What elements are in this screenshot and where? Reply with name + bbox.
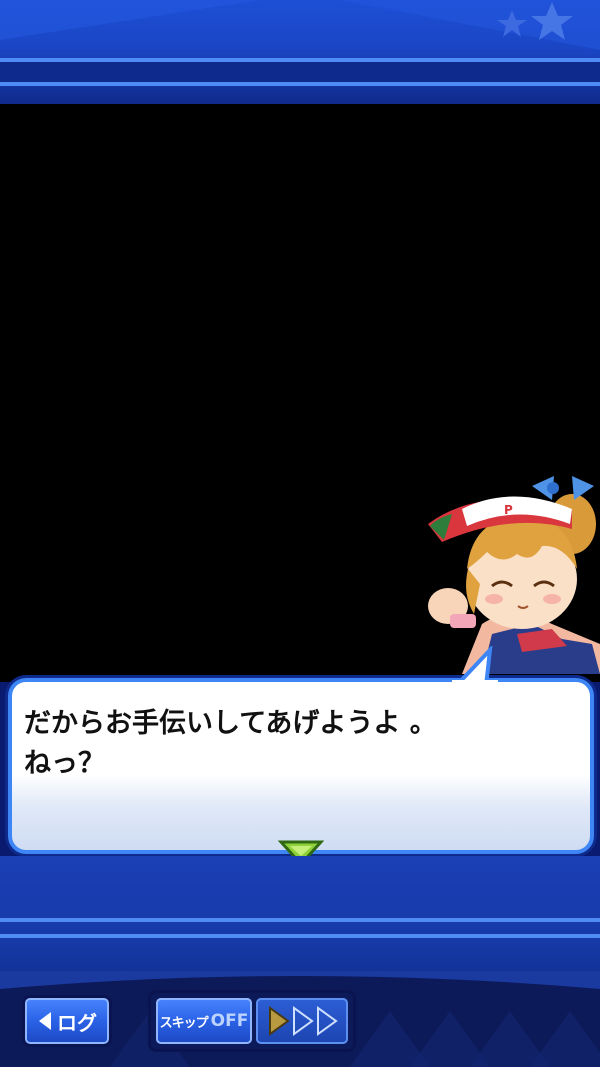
log-button-label: ログ [57,1010,97,1035]
top-banner [0,0,600,104]
bottom-stripe [0,918,600,922]
scene-stage: P [0,104,600,682]
speed-arrow-3 [317,1006,338,1036]
dialog-text: だからお手伝いしてあげようよ 。 ねっ？ [24,708,437,779]
log-button[interactable]: ログ [22,995,112,1047]
skip-toggle-button[interactable]: スキップ OFF [156,998,252,1044]
text-speed-button[interactable] [256,998,348,1044]
skip-label: スキップ [159,1015,209,1031]
dialog-box[interactable]: だからお手伝いしてあげようよ 。 ねっ？ [8,678,594,854]
bottom-stripe [0,934,600,938]
speech-tail [452,646,498,686]
star-icon [497,2,573,40]
banner-stripe [0,82,600,86]
banner-dark-band [0,62,600,82]
back-triangle-icon [39,1012,51,1030]
svg-text:P: P [504,503,513,517]
speed-arrow-1 [269,1006,290,1036]
speed-arrow-2 [293,1006,314,1036]
skip-state: OFF [210,1011,249,1031]
fast-forward-icon [269,1006,338,1036]
character-portrait: P [428,476,600,674]
playback-controls: スキップ OFF [148,990,356,1052]
